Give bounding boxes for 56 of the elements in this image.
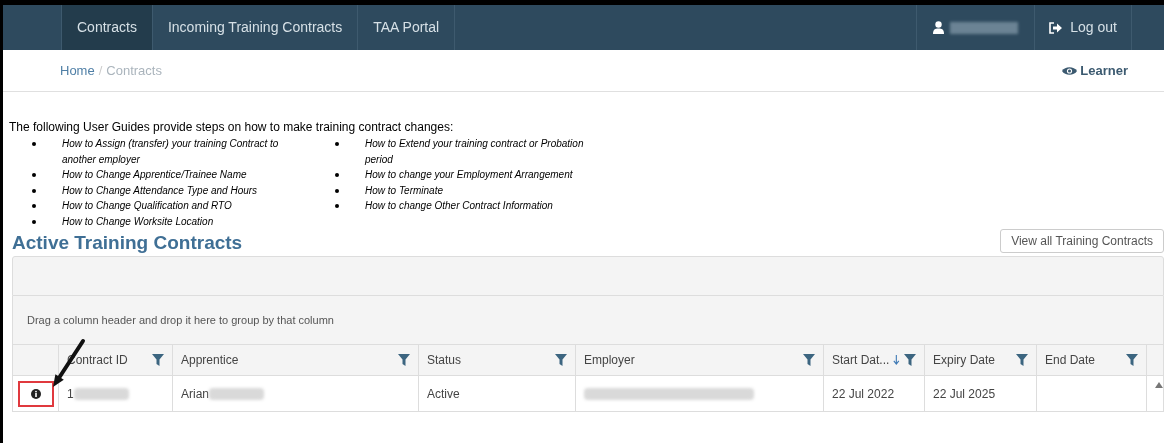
- guides-intro: The following User Guides provide steps on how to make training contract changes:: [9, 119, 455, 136]
- redacted-text: [209, 387, 264, 400]
- column-header[interactable]: Status: [419, 345, 576, 375]
- group-hint: Drag a column header and drop it here to group by that column: [27, 312, 334, 328]
- column-header[interactable]: Start Dat...: [824, 345, 925, 375]
- breadcrumb-current: Contracts: [106, 61, 162, 80]
- nav-tab[interactable]: Contracts: [61, 5, 153, 50]
- guide-link[interactable]: How to Change Worksite Location: [62, 213, 297, 229]
- scroll-up-icon[interactable]: [1155, 382, 1163, 388]
- breadcrumb-separator: /: [98, 61, 103, 80]
- breadcrumb-link[interactable]: Home: [60, 60, 95, 81]
- nav-tab[interactable]: Incoming Training Contracts: [152, 5, 359, 50]
- filter-icon[interactable]: [152, 354, 164, 366]
- info-icon[interactable]: [30, 388, 41, 399]
- column-header[interactable]: Employer: [576, 345, 824, 375]
- guide-link[interactable]: How to Change Apprentice/Trainee Name: [62, 167, 297, 183]
- guide-link[interactable]: How to Change Attendance Type and Hours: [62, 182, 297, 198]
- guide-link[interactable]: How to Change Qualification and RTO: [62, 198, 297, 214]
- redacted-username: [950, 21, 1019, 34]
- bullet-icon: [32, 142, 36, 146]
- column-header[interactable]: Expiry Date: [925, 345, 1037, 375]
- table-cell-text: Arian: [181, 385, 209, 403]
- bullet-icon: [32, 173, 36, 177]
- bullet-icon: [32, 204, 36, 208]
- bullet-icon: [32, 219, 36, 224]
- column-header[interactable]: End Date: [1037, 345, 1147, 375]
- bullet-icon: [335, 173, 339, 177]
- logout-link[interactable]: Log out: [1035, 5, 1132, 50]
- table-cell-text: 22 Jul 2025: [933, 385, 996, 403]
- guide-link[interactable]: How to Extend your training contract or Probation period: [365, 136, 600, 167]
- filter-icon[interactable]: [555, 354, 567, 366]
- table-cell-text: 1: [67, 385, 74, 403]
- filter-icon[interactable]: [1016, 354, 1028, 366]
- eye-icon: [1062, 65, 1078, 76]
- guide-link[interactable]: How to change Other Contract Information: [365, 198, 600, 214]
- redacted-text: [73, 387, 129, 400]
- guide-link[interactable]: How to Assign (transfer) your training Contract to another employer: [62, 136, 297, 167]
- view-all-button[interactable]: View all Training Contracts: [1000, 229, 1164, 253]
- filter-icon[interactable]: [904, 354, 916, 366]
- table-cell-text: 22 Jul 2022: [832, 385, 895, 403]
- user-icon: [933, 21, 945, 34]
- nav-tab[interactable]: TAA Portal: [358, 5, 456, 50]
- guide-link[interactable]: How to Terminate: [365, 182, 600, 198]
- bullet-icon: [335, 204, 339, 208]
- column-header[interactable]: Apprentice: [173, 345, 419, 375]
- filter-icon[interactable]: [398, 354, 410, 366]
- section-title: Active Training Contracts: [12, 231, 243, 255]
- bullet-icon: [32, 188, 36, 193]
- guide-link[interactable]: How to change your Employment Arrangement: [365, 167, 600, 183]
- role-label: Learner: [1080, 61, 1128, 80]
- logout-icon: [1049, 21, 1064, 34]
- table-cell-text: Active: [427, 385, 460, 403]
- bullet-icon: [335, 188, 339, 193]
- filter-icon[interactable]: [803, 354, 815, 366]
- bullet-icon: [335, 142, 339, 146]
- filter-icon[interactable]: [1126, 354, 1138, 366]
